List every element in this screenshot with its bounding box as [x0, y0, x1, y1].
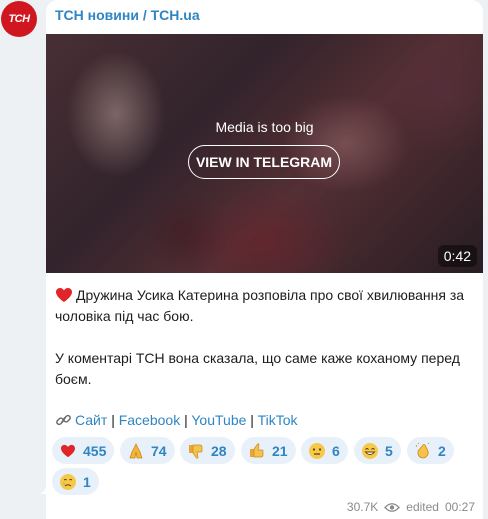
grinning-face-icon: [361, 442, 379, 460]
avatar-text: ТСН: [8, 13, 30, 25]
crying-face-icon: [59, 473, 77, 491]
site-link[interactable]: Сайт: [75, 412, 107, 428]
reaction-folded-hands[interactable]: 74: [120, 437, 175, 464]
post-paragraph-1: Дружина Усика Катерина розповіла про сво…: [55, 285, 475, 327]
link-separator: |: [111, 412, 115, 428]
youtube-link[interactable]: YouTube: [191, 412, 246, 428]
reaction-count: 74: [151, 442, 167, 459]
reaction-count: 28: [211, 442, 227, 459]
message-time: 00:27: [444, 500, 475, 514]
reaction-thumbs-up[interactable]: 21: [241, 437, 296, 464]
eye-icon: [384, 502, 401, 512]
thumbs-up-icon: [248, 442, 266, 460]
facebook-link[interactable]: Facebook: [119, 412, 180, 428]
post-text: Дружина Усика Катерина розповіла про сво…: [55, 285, 475, 390]
clapping-hands-icon: [414, 442, 432, 460]
red-heart-icon: [59, 442, 77, 460]
video-duration-badge: 0:42: [437, 245, 477, 267]
thumbs-down-icon: [187, 442, 205, 460]
reaction-grinning-face[interactable]: 5: [354, 437, 401, 464]
post-paragraph-1-text: Дружина Усика Катерина розповіла про сво…: [55, 287, 465, 324]
telegram-post-page: ТСН ТСН новини / TCH.ua Media is too big…: [0, 0, 488, 519]
reaction-thumbs-down[interactable]: 28: [180, 437, 235, 464]
reaction-count: 5: [385, 442, 393, 459]
view-in-telegram-button[interactable]: VIEW IN TELEGRAM: [188, 145, 340, 179]
reaction-crying-face[interactable]: 1: [52, 468, 99, 495]
link-separator: |: [250, 412, 254, 428]
channel-avatar[interactable]: ТСН: [1, 1, 37, 37]
link-separator: |: [184, 412, 188, 428]
message-meta: 30.7K edited 00:27: [347, 500, 475, 514]
link-icon: [56, 414, 71, 426]
reaction-count: 455: [83, 442, 107, 459]
channel-name-link[interactable]: ТСН новини / TCH.ua: [55, 7, 200, 23]
video-preview[interactable]: Media is too big VIEW IN TELEGRAM 0:42: [46, 34, 483, 273]
reaction-count: 2: [438, 442, 446, 459]
post-links: Сайт | Facebook | YouTube | TikTok: [55, 410, 298, 431]
reaction-count: 1: [83, 473, 91, 490]
tiktok-link[interactable]: TikTok: [258, 412, 298, 428]
post-paragraph-2: У коментарі ТСН вона сказала, що саме ка…: [55, 350, 460, 387]
reaction-clapping-hands[interactable]: 2: [407, 437, 454, 464]
media-too-big-message: Media is too big: [215, 119, 314, 135]
folded-hands-icon: [127, 442, 145, 460]
red-heart-icon: [56, 288, 72, 302]
view-count: 30.7K: [346, 500, 379, 514]
reaction-count: 21: [272, 442, 288, 459]
edited-label: edited: [406, 500, 439, 514]
message-bubble: ТСН новини / TCH.ua Media is too big VIE…: [46, 0, 483, 519]
reaction-heart[interactable]: 455: [52, 437, 115, 464]
reaction-neutral-face[interactable]: 6: [301, 437, 348, 464]
neutral-face-icon: [308, 442, 326, 460]
reaction-count: 6: [332, 442, 340, 459]
